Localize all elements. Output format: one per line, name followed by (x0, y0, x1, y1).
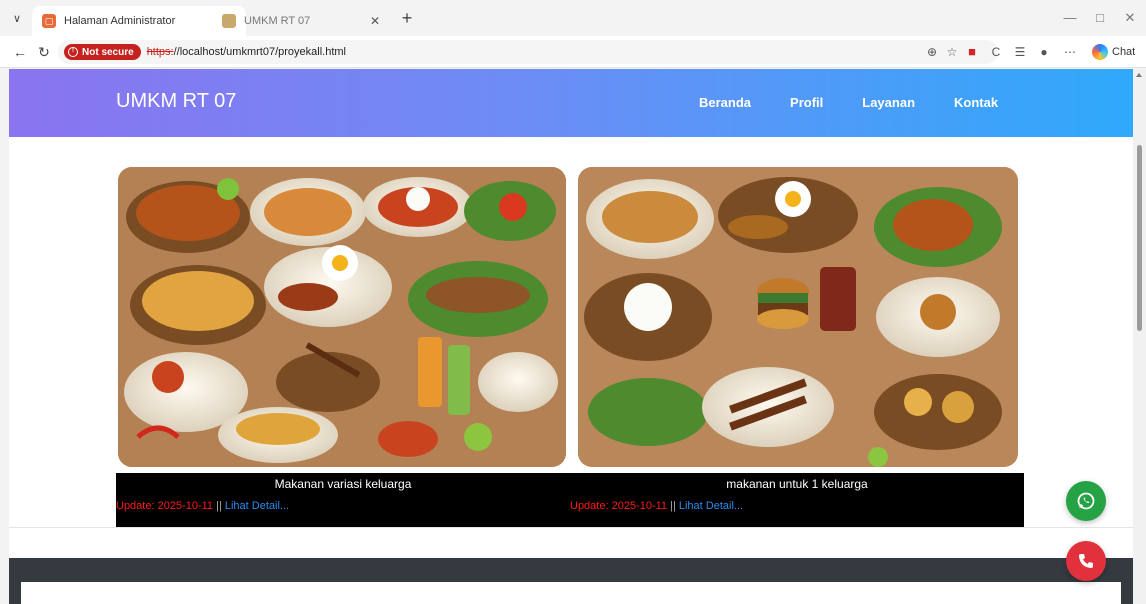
favorites-list-icon[interactable]: ☰ (1012, 44, 1028, 60)
site-brand[interactable]: UMKM RT 07 (116, 90, 236, 113)
product-caption: makanan untuk 1 keluarga (726, 477, 868, 491)
food-spread-image (578, 167, 1018, 467)
minimize-icon[interactable]: — (1062, 10, 1078, 25)
new-tab-plus-icon[interactable]: + (398, 9, 416, 28)
product-caption: Makanan variasi keluarga (274, 477, 412, 491)
nav-layanan[interactable]: Layanan (862, 95, 915, 110)
product-meta: Update: 2025-10-11 || Lihat Detail... (570, 500, 743, 512)
refresh-icon[interactable]: ↻ (36, 44, 52, 60)
favorite-star-icon[interactable]: ☆ (944, 44, 960, 60)
food-spread-image (118, 167, 566, 467)
product-caption-bar: Makanan variasi keluarga makanan untuk 1… (116, 473, 1024, 528)
whatsapp-icon (1077, 492, 1095, 510)
copilot-chat-button[interactable]: Chat (1092, 42, 1135, 62)
nav-beranda[interactable]: Beranda (699, 95, 751, 110)
main-nav: Beranda Profil Layanan Kontak (699, 95, 1037, 110)
tab-title: UMKM RT 07 (244, 15, 311, 27)
browser-tab-strip: ∨ ▢ Halaman Administrator ✕ UMKM RT 07 ✕… (0, 0, 1146, 36)
view-detail-link[interactable]: Lihat Detail... (225, 500, 289, 512)
extension-shield-icon[interactable]: ■ (964, 44, 980, 60)
url-path: //localhost/umkmrt07/proyekall.html (173, 46, 346, 58)
back-arrow-icon[interactable]: ← (12, 44, 28, 60)
not-secure-label: Not secure (82, 46, 134, 58)
scroll-up-icon[interactable] (1136, 73, 1142, 77)
url-input[interactable]: ! Not secure https: //localhost/umkmrt07… (58, 40, 998, 64)
view-detail-link[interactable]: Lihat Detail... (679, 500, 743, 512)
not-secure-badge[interactable]: ! Not secure (64, 44, 141, 60)
page-viewport: UMKM RT 07 Beranda Profil Layanan Kontak (9, 69, 1133, 604)
page-scrollbar[interactable] (1133, 69, 1146, 604)
tab-close-icon[interactable]: ✕ (368, 14, 382, 28)
site-header: UMKM RT 07 Beranda Profil Layanan Kontak (9, 69, 1133, 137)
close-window-icon[interactable]: ✕ (1122, 10, 1138, 26)
zoom-icon[interactable]: ⊕ (924, 44, 940, 60)
meta-separator: || (667, 500, 679, 512)
whatsapp-button[interactable] (1066, 481, 1106, 521)
tab-actions-chevron-icon[interactable]: ∨ (8, 9, 26, 27)
admin-favicon-icon: ▢ (42, 14, 56, 28)
more-menu-icon[interactable]: ⋯ (1062, 44, 1078, 60)
extension-c-icon[interactable]: C (988, 44, 1004, 60)
nav-kontak[interactable]: Kontak (954, 95, 998, 110)
copilot-icon (1092, 44, 1108, 60)
nav-profil[interactable]: Profil (790, 95, 823, 110)
section-divider (9, 527, 1133, 528)
warning-icon: ! (68, 47, 78, 57)
phone-call-button[interactable] (1066, 541, 1106, 581)
chat-label: Chat (1112, 46, 1136, 58)
product-meta: Update: 2025-10-11 || Lihat Detail... (116, 500, 289, 512)
restore-icon[interactable]: □ (1092, 10, 1108, 25)
footer-content-box (21, 582, 1121, 604)
scroll-thumb[interactable] (1137, 145, 1142, 331)
url-scheme: https: (146, 46, 174, 58)
update-date: Update: 2025-10-11 (570, 500, 668, 512)
tab-title: Halaman Administrator (64, 15, 176, 27)
tab-umkm-rt07[interactable]: UMKM RT 07 ✕ (212, 6, 392, 36)
meta-separator: || (213, 500, 225, 512)
site-favicon-icon (222, 14, 236, 28)
profile-avatar-icon[interactable]: ● (1036, 44, 1052, 60)
update-date: Update: 2025-10-11 (116, 500, 214, 512)
phone-icon (1079, 554, 1093, 568)
